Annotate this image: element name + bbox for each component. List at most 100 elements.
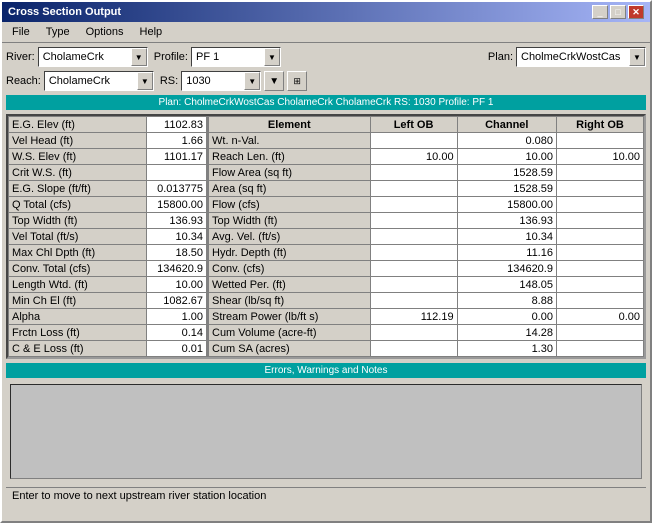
title-bar: Cross Section Output _ □ ✕: [2, 2, 650, 22]
right-row-right: [556, 341, 643, 357]
right-row-channel: 11.16: [457, 245, 556, 261]
right-row-channel: 8.88: [457, 293, 556, 309]
profile-dropdown-arrow[interactable]: ▼: [264, 48, 280, 66]
right-row-element: Wt. n-Val.: [209, 133, 371, 149]
status-bar: Enter to move to next upstream river sta…: [6, 487, 646, 504]
left-row-value: 0.013775: [147, 181, 207, 197]
menu-type[interactable]: Type: [40, 24, 76, 40]
right-table-row: Top Width (ft) 136.93: [209, 213, 644, 229]
left-table-row: E.G. Slope (ft/ft) 0.013775: [9, 181, 207, 197]
left-row-label: Crit W.S. (ft): [9, 165, 147, 181]
river-label: River:: [6, 51, 35, 63]
left-row-value: 136.93: [147, 213, 207, 229]
right-row-left: [370, 133, 457, 149]
river-dropdown-arrow[interactable]: ▼: [131, 48, 147, 66]
river-value: CholameCrk: [39, 48, 131, 66]
right-row-element: Flow Area (sq ft): [209, 165, 371, 181]
left-row-value: 1.66: [147, 133, 207, 149]
right-row-channel: 15800.00: [457, 197, 556, 213]
right-row-left: 112.19: [370, 309, 457, 325]
right-row-right: [556, 133, 643, 149]
left-table-row: Vel Head (ft) 1.66: [9, 133, 207, 149]
reach-dropdown[interactable]: CholameCrk ▼: [44, 71, 154, 91]
profile-field-group: Profile: PF 1 ▼: [154, 47, 281, 67]
plan-dropdown-arrow[interactable]: ▼: [629, 48, 645, 66]
right-row-element: Reach Len. (ft): [209, 149, 371, 165]
left-data-table: E.G. Elev (ft) 1102.83 Vel Head (ft) 1.6…: [8, 116, 207, 357]
right-table-row: Wetted Per. (ft) 148.05: [209, 277, 644, 293]
river-field-group: River: CholameCrk ▼: [6, 47, 148, 67]
right-row-element: Shear (lb/sq ft): [209, 293, 371, 309]
rs-dropdown-arrow[interactable]: ▼: [244, 72, 260, 90]
left-table-row: E.G. Elev (ft) 1102.83: [9, 117, 207, 133]
profile-dropdown[interactable]: PF 1 ▼: [191, 47, 281, 67]
right-row-right: [556, 277, 643, 293]
right-table-row: Wt. n-Val. 0.080: [209, 133, 644, 149]
left-table-row: Length Wtd. (ft) 10.00: [9, 277, 207, 293]
reach-label: Reach:: [6, 75, 41, 87]
left-row-value: 10.00: [147, 277, 207, 293]
river-dropdown[interactable]: CholameCrk ▼: [38, 47, 148, 67]
chart-area: [10, 384, 642, 479]
right-table-row: Area (sq ft) 1528.59: [209, 181, 644, 197]
right-row-element: Cum SA (acres): [209, 341, 371, 357]
left-row-label: Max Chl Dpth (ft): [9, 245, 147, 261]
left-row-label: E.G. Slope (ft/ft): [9, 181, 147, 197]
right-table-row: Cum SA (acres) 1.30: [209, 341, 644, 357]
menu-options[interactable]: Options: [80, 24, 130, 40]
reach-dropdown-arrow[interactable]: ▼: [137, 72, 153, 90]
right-row-channel: 136.93: [457, 213, 556, 229]
left-row-value: 18.50: [147, 245, 207, 261]
right-row-left: [370, 261, 457, 277]
left-table-row: Conv. Total (cfs) 134620.9: [9, 261, 207, 277]
rs-dropdown[interactable]: 1030 ▼: [181, 71, 261, 91]
menu-file[interactable]: File: [6, 24, 36, 40]
left-row-value: 10.34: [147, 229, 207, 245]
right-table-row: Flow (cfs) 15800.00: [209, 197, 644, 213]
right-table-row: Reach Len. (ft) 10.00 10.00 10.00: [209, 149, 644, 165]
right-row-left: 10.00: [370, 149, 457, 165]
plan-field-group: Plan: CholmeCrkWostCas ▼: [488, 47, 646, 67]
title-bar-buttons: _ □ ✕: [592, 5, 644, 19]
right-row-right: [556, 325, 643, 341]
rs-down-button[interactable]: ▼: [264, 71, 284, 91]
right-row-channel: 1528.59: [457, 181, 556, 197]
col-header-channel: Channel: [457, 117, 556, 133]
right-row-right: [556, 181, 643, 197]
info-bar: Plan: CholmeCrkWostCas CholameCrk Cholam…: [6, 95, 646, 110]
rs-up-button[interactable]: ⊞: [287, 71, 307, 91]
left-row-value: 0.01: [147, 341, 207, 357]
right-row-element: Hydr. Depth (ft): [209, 245, 371, 261]
left-row-label: Q Total (cfs): [9, 197, 147, 213]
left-row-value: 15800.00: [147, 197, 207, 213]
left-table-row: Vel Total (ft/s) 10.34: [9, 229, 207, 245]
reach-value: CholameCrk: [45, 72, 137, 90]
right-row-left: [370, 213, 457, 229]
right-table-row: Flow Area (sq ft) 1528.59: [209, 165, 644, 181]
right-row-right: 0.00: [556, 309, 643, 325]
left-row-value: 1.00: [147, 309, 207, 325]
close-button[interactable]: ✕: [628, 5, 644, 19]
right-row-element: Stream Power (lb/ft s): [209, 309, 371, 325]
left-row-label: Length Wtd. (ft): [9, 277, 147, 293]
right-data-table: Element Left OB Channel Right OB Wt. n-V…: [208, 116, 644, 357]
menu-help[interactable]: Help: [134, 24, 169, 40]
right-row-left: [370, 165, 457, 181]
minimize-button[interactable]: _: [592, 5, 608, 19]
plan-dropdown[interactable]: CholmeCrkWostCas ▼: [516, 47, 646, 67]
right-row-channel: 0.00: [457, 309, 556, 325]
right-row-right: [556, 197, 643, 213]
right-table-row: Conv. (cfs) 134620.9: [209, 261, 644, 277]
right-row-channel: 1.30: [457, 341, 556, 357]
right-row-right: 10.00: [556, 149, 643, 165]
right-row-left: [370, 293, 457, 309]
left-table-row: C & E Loss (ft) 0.01: [9, 341, 207, 357]
maximize-button[interactable]: □: [610, 5, 626, 19]
left-row-value: 1101.17: [147, 149, 207, 165]
left-row-label: Vel Head (ft): [9, 133, 147, 149]
top-controls: River: CholameCrk ▼ Profile: PF 1 ▼ Plan…: [6, 47, 646, 67]
left-table-panel: E.G. Elev (ft) 1102.83 Vel Head (ft) 1.6…: [8, 116, 208, 357]
right-row-element: Area (sq ft): [209, 181, 371, 197]
right-row-element: Conv. (cfs): [209, 261, 371, 277]
right-row-channel: 10.34: [457, 229, 556, 245]
